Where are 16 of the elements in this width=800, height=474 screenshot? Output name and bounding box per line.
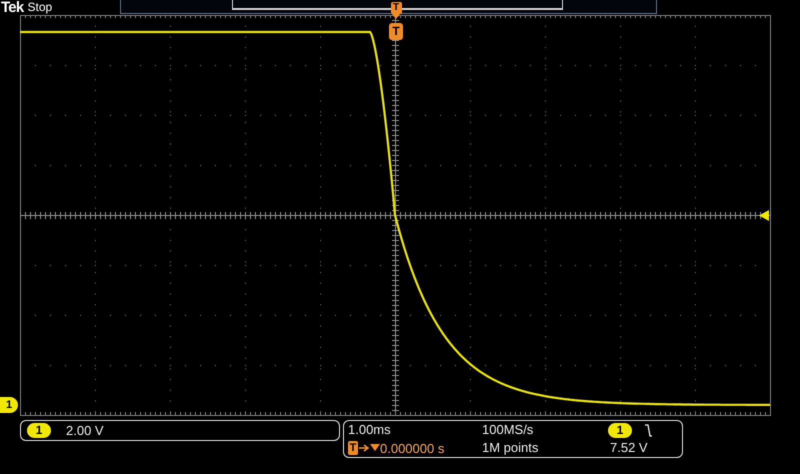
vertical-scale: 2.00 V	[66, 423, 104, 438]
channel-badge: 1	[27, 423, 51, 438]
time-scale: 1.00ms	[348, 421, 392, 439]
trigger-level: 7.52 V	[609, 439, 649, 457]
brand-logo: Tek	[1, 0, 24, 15]
down-triangle-icon	[370, 444, 380, 452]
trigger-delay: 0.000000 s	[380, 440, 444, 456]
ground-marker: 1	[0, 397, 18, 413]
record-length: 1M points	[482, 439, 540, 457]
down-triangle-icon	[392, 14, 400, 19]
acquisition-status: Stop	[27, 0, 52, 14]
sample-rate: 100MS/s	[482, 421, 534, 439]
trigger-icon: T	[348, 441, 358, 455]
right-arrow-icon	[358, 444, 370, 452]
record-trigger-marker: T	[389, 23, 403, 40]
trigger-source-badge: 1	[608, 422, 632, 438]
